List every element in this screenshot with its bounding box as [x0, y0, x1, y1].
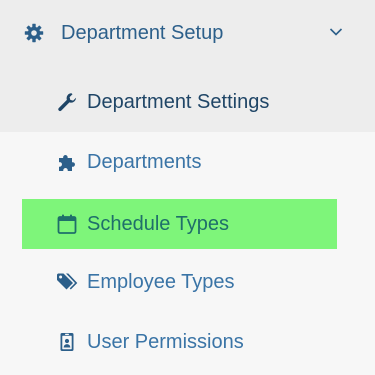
sidebar-menu: Department Setup Department Settings Dep…: [0, 0, 375, 375]
nav-item-label: Departments: [87, 151, 202, 173]
nav-item-departments[interactable]: Departments: [22, 137, 337, 187]
nav-item-user-permissions[interactable]: User Permissions: [22, 317, 337, 367]
chevron-down-icon[interactable]: [329, 27, 343, 37]
gear-icon: [24, 23, 44, 43]
id-badge-icon: [56, 331, 78, 353]
nav-item-label: Employee Types: [87, 271, 235, 293]
nav-item-schedule-types[interactable]: Schedule Types: [22, 199, 337, 249]
section-title: Department Setup: [61, 22, 224, 44]
puzzle-icon: [56, 151, 78, 173]
calendar-icon: [56, 213, 78, 235]
wrench-icon: [56, 91, 78, 113]
tags-icon: [56, 271, 78, 293]
nav-item-label: Department Settings: [87, 91, 270, 113]
nav-item-label: User Permissions: [87, 331, 244, 353]
nav-item-label: Schedule Types: [87, 213, 229, 235]
department-setup-header[interactable]: Department Setup: [0, 0, 375, 66]
nav-item-department-settings[interactable]: Department Settings: [22, 77, 337, 127]
nav-item-employee-types[interactable]: Employee Types: [22, 257, 337, 307]
